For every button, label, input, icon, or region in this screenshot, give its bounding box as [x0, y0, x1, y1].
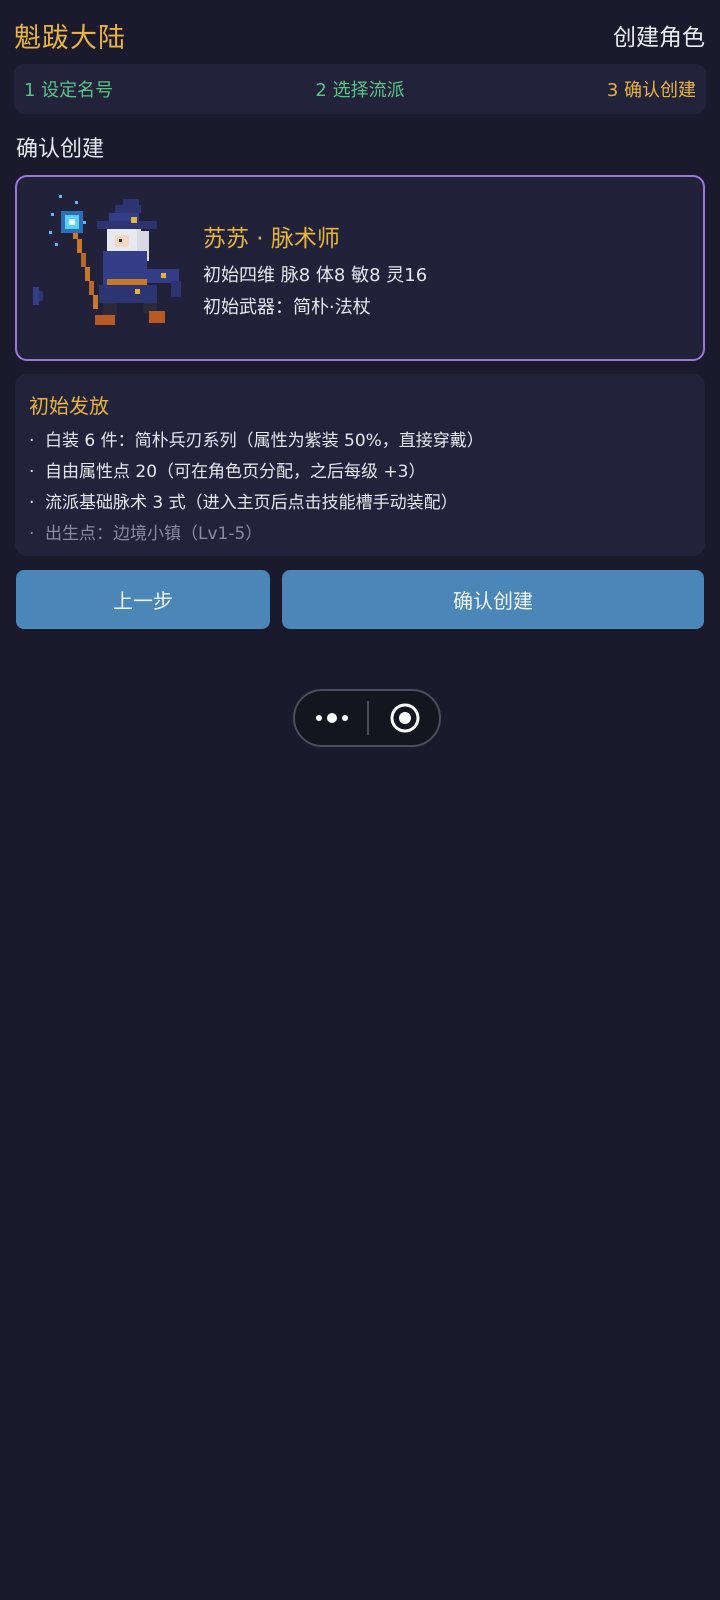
- list-item: · 白装 6 件：简朴兵刃系列（属性为紫装 50%，直接穿戴）: [29, 426, 484, 457]
- rewards-title: 初始发放: [29, 394, 109, 418]
- step-choose-school: 2 选择流派: [315, 80, 405, 101]
- reward-text: 流派基础脉术 3 式（进入主页后点击技能槽手动装配）: [45, 493, 458, 513]
- reward-text: 白装 6 件：简朴兵刃系列（属性为紫装 50%，直接穿戴）: [45, 431, 484, 451]
- list-item: · 流派基础脉术 3 式（进入主页后点击技能槽手动装配）: [29, 488, 484, 519]
- character-card: 苏苏 · 脉术师 初始四维 脉8 体8 敏8 灵16 初始武器：简朴·法杖: [15, 175, 705, 361]
- character-name: 苏苏 · 脉术师: [203, 226, 340, 252]
- miniprogram-capsule: [293, 689, 441, 747]
- character-stats: 初始四维 脉8 体8 敏8 灵16: [203, 265, 428, 286]
- list-item: · 出生点：边境小镇（Lv1-5）: [29, 519, 484, 550]
- close-target-icon[interactable]: [373, 693, 437, 743]
- list-item: · 自由属性点 20（可在角色页分配，之后每级 +3）: [29, 457, 484, 488]
- bullet-icon: ·: [29, 524, 35, 544]
- reward-text: 自由属性点 20（可在角色页分配，之后每级 +3）: [45, 462, 426, 482]
- app-title: 魁跋大陆: [14, 23, 126, 54]
- character-weapon: 初始武器：简朴·法杖: [203, 297, 371, 318]
- page-title: 创建角色: [613, 25, 705, 51]
- reward-list: · 白装 6 件：简朴兵刃系列（属性为紫装 50%，直接穿戴） · 自由属性点 20…: [29, 426, 484, 550]
- bullet-icon: ·: [29, 493, 35, 513]
- bullet-icon: ·: [29, 431, 35, 451]
- top-bar: 魁跋大陆 创建角色: [0, 0, 720, 64]
- step-indicator: 1 设定名号 2 选择流派 3 确认创建: [14, 64, 706, 114]
- confirm-create-button[interactable]: 确认创建: [282, 570, 704, 629]
- more-icon[interactable]: [297, 693, 367, 743]
- step-set-name: 1 设定名号: [24, 80, 114, 101]
- initial-rewards-panel: 初始发放 · 白装 6 件：简朴兵刃系列（属性为紫装 50%，直接穿戴） · 自由属…: [15, 374, 705, 556]
- bullet-icon: ·: [29, 462, 35, 482]
- step-confirm: 3 确认创建: [606, 80, 696, 101]
- pixel-mage-icon: [31, 191, 191, 341]
- back-button[interactable]: 上一步: [16, 570, 270, 629]
- reward-text: 出生点：边境小镇（Lv1-5）: [45, 524, 263, 544]
- section-title: 确认创建: [16, 137, 105, 162]
- capsule-divider: [367, 701, 369, 735]
